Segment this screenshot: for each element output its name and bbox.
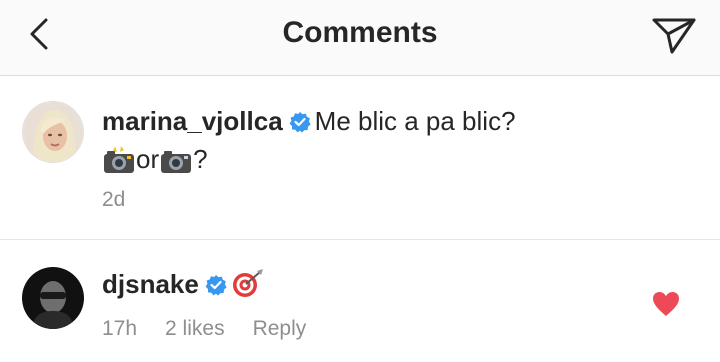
comment-first-line: djsnake — [102, 267, 265, 301]
comment-text-or: or — [136, 144, 160, 174]
top-bar: Comments — [0, 0, 720, 76]
comment-text: Me blic a pa blic? — [314, 106, 516, 136]
username[interactable]: djsnake — [102, 269, 199, 299]
verified-badge-icon — [289, 112, 311, 133]
likes-count[interactable]: 2 likes — [165, 317, 225, 340]
comment-meta: 2d — [102, 188, 153, 212]
comment-second-line: or ? — [102, 142, 208, 176]
reply-comment: djsnake 17h 2 likes Reply — [0, 241, 720, 362]
verified-badge-icon — [205, 275, 227, 296]
avatar-image — [22, 267, 84, 329]
camera-flash-emoji — [104, 146, 134, 173]
avatar-image — [23, 102, 83, 162]
direct-hit-emoji — [232, 269, 263, 297]
page-title: Comments — [282, 16, 438, 49]
timestamp: 2d — [102, 188, 126, 211]
comment-text-end: ? — [193, 144, 208, 174]
heart-icon[interactable] — [652, 291, 680, 317]
reply-button[interactable]: Reply — [253, 317, 307, 340]
avatar[interactable] — [22, 267, 84, 329]
timestamp: 17h — [102, 317, 138, 340]
comment-meta: 17h 2 likes Reply — [102, 317, 334, 341]
comment-first-line: marina_vjollca Me blic a pa blic? — [102, 104, 516, 138]
username[interactable]: marina_vjollca — [102, 106, 283, 136]
paper-plane-icon[interactable] — [650, 12, 698, 56]
caption-comment: marina_vjollca Me blic a pa blic? or ? 2… — [0, 76, 720, 240]
camera-emoji — [161, 151, 192, 173]
avatar[interactable] — [22, 101, 84, 163]
